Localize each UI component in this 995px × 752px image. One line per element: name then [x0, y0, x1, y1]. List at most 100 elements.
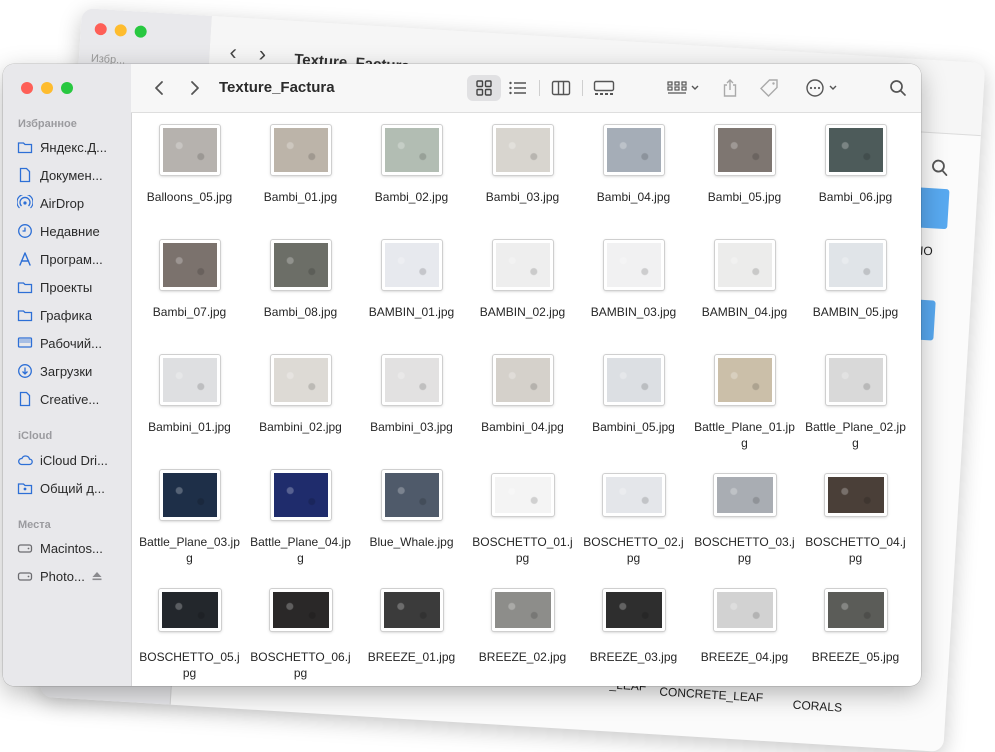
file-item[interactable]: BAMBIN_01.jpg [356, 236, 467, 351]
back-button[interactable] [149, 76, 169, 100]
file-item[interactable]: Bambi_05.jpg [689, 121, 800, 236]
file-thumbnail [381, 470, 442, 520]
desktop-icon [17, 337, 33, 348]
zoom-button[interactable] [61, 82, 73, 94]
background-search-icon[interactable] [930, 158, 949, 182]
file-item[interactable]: BOSCHETTO_06.jpg [245, 581, 356, 686]
file-item[interactable]: Battle_Plane_01.jpg [689, 351, 800, 466]
sidebar-item-applications[interactable]: Програм... [17, 248, 125, 270]
columns-icon [551, 80, 571, 96]
tags-button[interactable] [757, 76, 781, 100]
file-thumbnail [381, 355, 442, 405]
icon-view-button[interactable] [467, 75, 501, 101]
sidebar-item-label: Creative... [40, 391, 100, 407]
file-item[interactable]: BREEZE_04.jpg [689, 581, 800, 686]
file-thumbnail [714, 125, 775, 175]
file-item[interactable]: BOSCHETTO_04.jpg [800, 466, 911, 581]
file-item[interactable]: BOSCHETTO_03.jpg [689, 466, 800, 581]
search-button[interactable] [887, 76, 909, 100]
sidebar-item-desktop[interactable]: Рабочий... [17, 332, 125, 354]
background-close-button[interactable] [94, 22, 108, 36]
file-thumbnail [602, 474, 665, 516]
file-item[interactable]: Battle_Plane_04.jpg [245, 466, 356, 581]
file-item[interactable]: BOSCHETTO_05.jpg [134, 581, 245, 686]
sidebar-item-label: Общий д... [40, 480, 105, 496]
sidebar-item-recents[interactable]: Недавние [17, 220, 125, 242]
column-view-button[interactable] [544, 75, 578, 101]
sidebar-item-icloud-drive[interactable]: iCloud Dri... [17, 449, 125, 471]
file-item[interactable]: Bambi_06.jpg [800, 121, 911, 236]
file-name: BAMBIN_05.jpg [812, 305, 899, 319]
file-thumbnail [269, 589, 332, 631]
file-item[interactable]: BOSCHETTO_01.jpg [467, 466, 578, 581]
file-item[interactable]: BREEZE_01.jpg [356, 581, 467, 686]
file-thumbnail [381, 240, 442, 290]
file-thumbnail [603, 240, 664, 290]
file-name: Battle_Plane_01.jpg [694, 420, 795, 450]
minimize-button[interactable] [41, 82, 53, 94]
file-item[interactable]: Battle_Plane_03.jpg [134, 466, 245, 581]
file-thumbnail [491, 589, 554, 631]
forward-button[interactable] [185, 76, 205, 100]
disk-icon [17, 544, 33, 553]
sidebar-item-macintosh-hd[interactable]: Macintos... [17, 537, 125, 559]
share-button[interactable] [719, 76, 741, 100]
folder-icon [17, 142, 33, 154]
background-forward-icon[interactable]: › [258, 41, 267, 66]
background-minimize-button[interactable] [114, 24, 128, 37]
file-item[interactable]: BAMBIN_04.jpg [689, 236, 800, 351]
gallery-view-button[interactable] [587, 75, 621, 101]
sidebar-item-graphics[interactable]: Графика [17, 304, 125, 326]
file-thumbnail [603, 355, 664, 405]
sidebar-item-shared-folder[interactable]: Общий д... [17, 477, 125, 499]
file-thumbnail [381, 125, 442, 175]
sidebar-item-projects[interactable]: Проекты [17, 276, 125, 298]
file-item[interactable]: BAMBIN_03.jpg [578, 236, 689, 351]
file-item[interactable]: Bambi_02.jpg [356, 121, 467, 236]
file-item[interactable]: BAMBIN_02.jpg [467, 236, 578, 351]
sidebar-item-creative[interactable]: Creative... [17, 388, 125, 410]
sidebar-item-airdrop[interactable]: AirDrop [17, 192, 125, 214]
file-item[interactable]: BOSCHETTO_02.jpg [578, 466, 689, 581]
file-item[interactable]: Bambi_08.jpg [245, 236, 356, 351]
close-button[interactable] [21, 82, 33, 94]
file-item[interactable]: Bambi_01.jpg [245, 121, 356, 236]
file-thumbnail [380, 589, 443, 631]
sidebar: Избранное Яндекс.Д... Докумен... AirDrop… [3, 64, 132, 686]
background-zoom-button[interactable] [134, 25, 148, 38]
file-item[interactable]: BAMBIN_05.jpg [800, 236, 911, 351]
sidebar-item-documents[interactable]: Докумен... [17, 164, 125, 186]
file-name: Battle_Plane_03.jpg [139, 535, 240, 565]
sidebar-header-places: Места [18, 519, 51, 531]
file-item[interactable]: Blue_Whale.jpg [356, 466, 467, 581]
share-icon [723, 79, 737, 97]
file-item[interactable]: BREEZE_02.jpg [467, 581, 578, 686]
file-name: BREEZE_05.jpg [811, 650, 900, 664]
file-item[interactable]: Bambi_03.jpg [467, 121, 578, 236]
file-item[interactable]: Bambini_05.jpg [578, 351, 689, 466]
list-view-button[interactable] [501, 75, 535, 101]
file-item[interactable]: Balloons_05.jpg [134, 121, 245, 236]
file-item[interactable]: Bambini_01.jpg [134, 351, 245, 466]
file-name: Balloons_05.jpg [146, 190, 233, 204]
file-item[interactable]: Bambi_07.jpg [134, 236, 245, 351]
eject-icon[interactable] [91, 570, 103, 582]
file-item[interactable]: Battle_Plane_02.jpg [800, 351, 911, 466]
sidebar-item-yandex-disk[interactable]: Яндекс.Д... [17, 136, 125, 158]
file-item[interactable]: BREEZE_05.jpg [800, 581, 911, 686]
disk-icon [17, 572, 33, 581]
group-by-button[interactable] [663, 76, 703, 100]
list-icon [509, 81, 526, 95]
sidebar-item-downloads[interactable]: Загрузки [17, 360, 125, 382]
file-item[interactable]: BREEZE_03.jpg [578, 581, 689, 686]
sidebar-header-icloud: iCloud [18, 430, 53, 442]
background-back-icon[interactable]: ‹ [229, 39, 238, 64]
file-item[interactable]: Bambini_02.jpg [245, 351, 356, 466]
file-item[interactable]: Bambi_04.jpg [578, 121, 689, 236]
file-item[interactable]: Bambini_03.jpg [356, 351, 467, 466]
file-item[interactable]: Bambini_04.jpg [467, 351, 578, 466]
sidebar-item-photo-volume[interactable]: Photo... [17, 565, 125, 587]
more-actions-button[interactable] [801, 76, 841, 100]
file-grid: Balloons_05.jpg Bambi_01.jpg Bambi_02.jpg B… [134, 121, 911, 686]
file-thumbnail [158, 589, 221, 631]
